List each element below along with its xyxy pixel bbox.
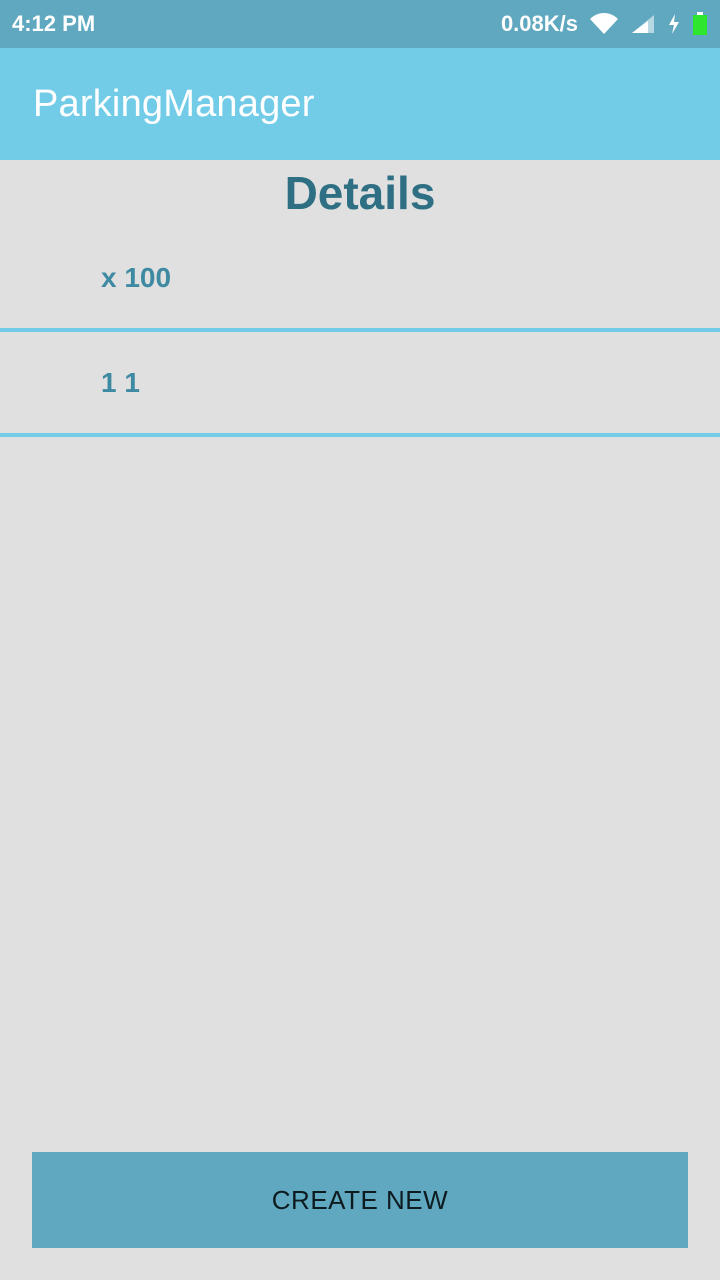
signal-icon xyxy=(630,13,656,35)
wifi-icon xyxy=(590,13,618,35)
status-indicators: 0.08K/s xyxy=(501,11,708,37)
network-speed: 0.08K/s xyxy=(500,11,578,36)
list-item-label: 1 1 xyxy=(101,367,140,398)
list-item-label: x 100 xyxy=(101,262,172,293)
app-bar: ParkingManager xyxy=(0,48,720,160)
status-time: 4:12 PM xyxy=(12,11,96,36)
create-new-button[interactable]: CREATE NEW xyxy=(32,1152,688,1248)
page-title: Details xyxy=(284,167,436,219)
app-title: ParkingManager xyxy=(33,82,315,125)
battery-icon xyxy=(692,12,708,36)
status-bar: 4:12 PM 0.08K/s xyxy=(0,0,720,48)
charging-icon xyxy=(668,13,680,35)
list-item[interactable]: 1 1 xyxy=(0,333,720,437)
list-item[interactable]: x 100 xyxy=(0,228,720,332)
screen: 4:12 PM 0.08K/s ParkingManager Details x… xyxy=(0,0,720,1280)
